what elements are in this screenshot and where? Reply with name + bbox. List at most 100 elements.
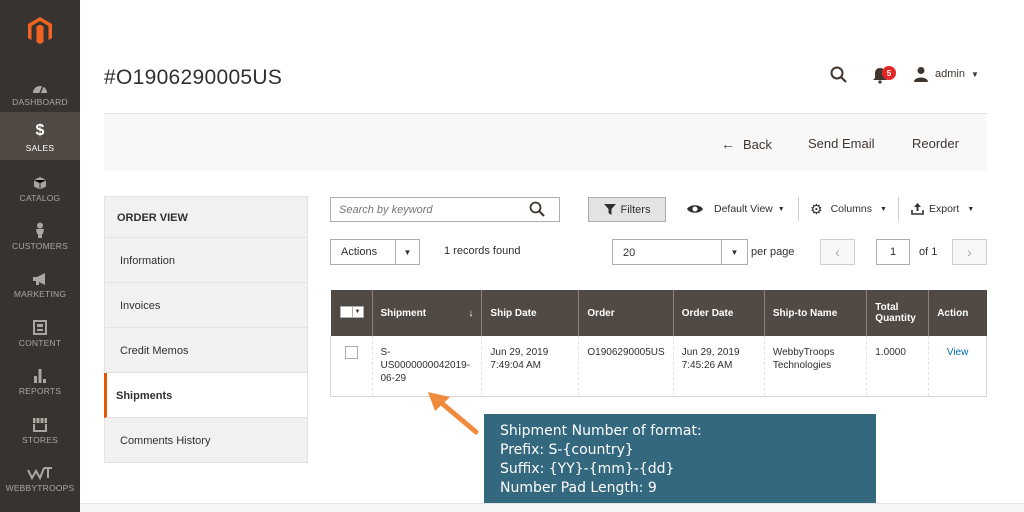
- nav-reports-label: REPORTS: [18, 386, 62, 396]
- nav-customers[interactable]: CUSTOMERS: [0, 210, 80, 258]
- nav-sales-label: SALES: [25, 143, 55, 153]
- per-page-value: 20: [623, 247, 636, 259]
- nav-marketing[interactable]: MARKETING: [0, 258, 80, 306]
- per-page-select[interactable]: 20 ▼: [612, 239, 748, 265]
- search-icon: [830, 66, 847, 83]
- order-date-day: Jun 29, 2019: [681, 347, 740, 358]
- gear-icon: ⚙: [810, 201, 823, 217]
- magento-logo[interactable]: [0, 0, 80, 62]
- back-button[interactable]: ← Back: [721, 136, 772, 152]
- nav-stores-label: STORES: [22, 435, 58, 445]
- megaphone-icon: [32, 268, 48, 286]
- annotation-callout: Shipment Number of format: Prefix: S-{co…: [484, 414, 876, 506]
- tab-invoices[interactable]: Invoices: [104, 283, 308, 328]
- reorder-label: Reorder: [912, 136, 959, 151]
- table-row[interactable]: S- US0000000042019- 06-29 Jun 29, 2019 7…: [330, 336, 987, 397]
- prev-page-button[interactable]: ‹: [820, 239, 855, 265]
- keyword-search: [330, 197, 560, 222]
- mass-select-header[interactable]: ▼: [330, 290, 372, 336]
- mass-actions-dropdown[interactable]: Actions ▼: [330, 239, 420, 265]
- col-action: Action: [928, 290, 987, 336]
- order-date-time: 7:45:26 AM: [681, 360, 733, 371]
- chevron-down-icon: ▼: [721, 240, 747, 264]
- page-title: #O1906290005US: [104, 66, 283, 89]
- callout-line: Number Pad Length: 9: [500, 480, 657, 496]
- tab-shipments[interactable]: Shipments: [104, 373, 308, 418]
- send-email-button[interactable]: Send Email: [808, 136, 874, 151]
- callout-line: Prefix: S-{country}: [500, 442, 634, 458]
- global-search-button[interactable]: [830, 66, 848, 89]
- export-label: Export: [929, 203, 960, 215]
- annotation-arrow: [428, 392, 479, 435]
- ship-to-line: WebbyTroops: [772, 347, 835, 358]
- callout-line: Shipment Number of format:: [500, 423, 702, 439]
- nav-reports[interactable]: REPORTS: [0, 355, 80, 403]
- col-order-date[interactable]: Order Date: [672, 290, 765, 336]
- cell-order-date: Jun 29, 2019 7:45:26 AM: [672, 336, 765, 397]
- columns-dropdown[interactable]: ⚙ Columns ▼: [810, 201, 887, 217]
- chevron-down-icon: ▼: [970, 69, 979, 79]
- export-dropdown[interactable]: Export ▼: [911, 203, 974, 215]
- nav-catalog[interactable]: CATALOG: [0, 162, 80, 210]
- export-icon: [911, 203, 924, 215]
- shipments-grid: ▼ Shipment ↓ Ship Date Order Order Date …: [330, 290, 987, 397]
- col-order[interactable]: Order: [578, 290, 674, 336]
- user-menu[interactable]: admin ▼: [913, 66, 979, 82]
- content-icon: [33, 317, 47, 335]
- order-view-tabs: ORDER VIEW Information Invoices Credit M…: [104, 196, 308, 463]
- next-page-button[interactable]: ›: [952, 239, 987, 265]
- filters-button[interactable]: Filters: [588, 197, 666, 222]
- page-footer-edge: [80, 503, 1024, 512]
- tabs-heading: ORDER VIEW: [104, 196, 308, 238]
- view-shipment-link[interactable]: View: [947, 347, 969, 358]
- shipment-number-line: S-: [380, 347, 391, 358]
- chevron-down-icon: ▼: [352, 305, 364, 318]
- nav-sales[interactable]: $ SALES: [0, 112, 80, 160]
- tab-information[interactable]: Information: [104, 238, 308, 283]
- reorder-button[interactable]: Reorder: [912, 136, 959, 151]
- nav-dashboard-label: DASHBOARD: [12, 97, 68, 107]
- dollar-icon: $: [35, 122, 45, 139]
- sort-arrow-icon: ↓: [468, 307, 474, 319]
- nav-dashboard[interactable]: DASHBOARD: [0, 66, 80, 114]
- mass-actions-label: Actions: [341, 246, 378, 258]
- chevron-down-icon: ▼: [777, 205, 785, 213]
- arrow-left-icon: ←: [721, 136, 735, 152]
- nav-stores[interactable]: STORES: [0, 404, 80, 452]
- nav-webbytroops[interactable]: WEBBYTROOPS: [0, 452, 80, 500]
- nav-content[interactable]: CONTENT: [0, 307, 80, 355]
- search-icon[interactable]: [529, 201, 545, 222]
- col-ship-date[interactable]: Ship Date: [481, 290, 579, 336]
- user-name: admin: [935, 68, 965, 80]
- mass-select-checkbox[interactable]: ▼: [339, 305, 364, 318]
- cell-shipment: S- US0000000042019- 06-29: [371, 336, 482, 397]
- shipment-number-line: US0000000042019-: [380, 360, 471, 371]
- bar-chart-icon: [33, 365, 47, 383]
- keyword-search-input[interactable]: [331, 198, 521, 221]
- nav-catalog-label: CATALOG: [19, 193, 61, 203]
- chevron-right-icon: ›: [967, 244, 972, 260]
- row-checkbox[interactable]: [345, 346, 358, 359]
- user-icon: [914, 67, 928, 82]
- col-ship-to-name[interactable]: Ship-to Name: [763, 290, 867, 336]
- page-actions-bar: ← Back Send Email Reorder: [104, 113, 987, 171]
- grid-header-row: ▼ Shipment ↓ Ship Date Order Order Date …: [330, 290, 987, 336]
- tab-credit-memos[interactable]: Credit Memos: [104, 328, 308, 373]
- col-total-quantity[interactable]: Total Quantity: [866, 290, 929, 336]
- col-shipment[interactable]: Shipment ↓: [371, 290, 482, 336]
- cell-ship-to-name: WebbyTroops Technologies: [763, 336, 867, 397]
- per-page-label: per page: [751, 246, 795, 258]
- columns-label: Columns: [830, 203, 872, 215]
- nav-marketing-label: MARKETING: [13, 289, 67, 299]
- ship-to-line: Technologies: [772, 360, 832, 371]
- page-number-input[interactable]: 1: [876, 239, 910, 265]
- funnel-icon: [603, 204, 616, 215]
- send-email-label: Send Email: [808, 136, 875, 151]
- tab-comments-history[interactable]: Comments History: [104, 418, 308, 463]
- default-view-dropdown[interactable]: Default View ▼: [686, 203, 785, 215]
- eye-icon: [687, 205, 703, 213]
- callout-line: Suffix: {YY}-{mm}-{dd}: [500, 461, 675, 477]
- admin-sidebar: DASHBOARD $ SALES CATALOG CUSTOMERS MARK…: [0, 0, 80, 512]
- filters-label: Filters: [620, 203, 651, 216]
- shipment-number-line: 06-29: [380, 373, 407, 384]
